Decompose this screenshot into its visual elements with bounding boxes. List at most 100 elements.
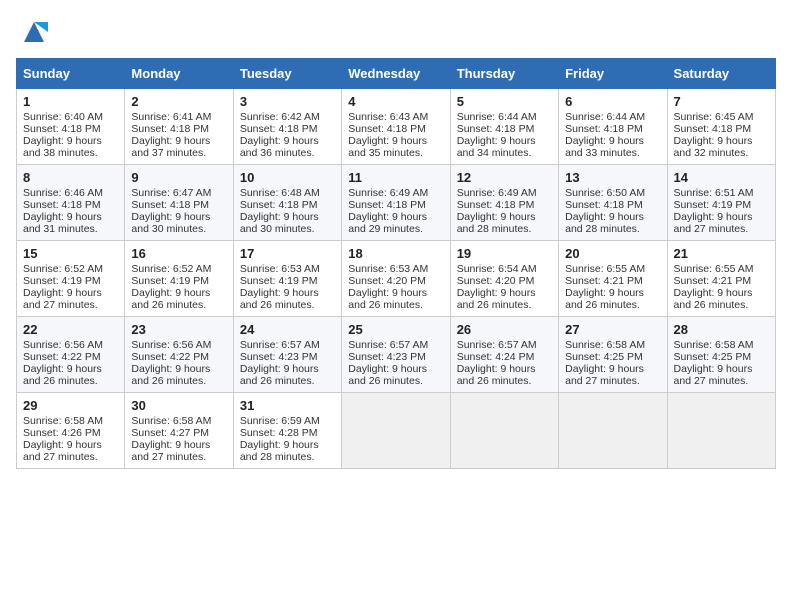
calendar-cell: 18Sunrise: 6:53 AMSunset: 4:20 PMDayligh… bbox=[342, 241, 450, 317]
sunset-text: Sunset: 4:27 PM bbox=[131, 427, 226, 439]
day-number: 7 bbox=[674, 94, 769, 109]
sunrise-text: Sunrise: 6:55 AM bbox=[674, 263, 769, 275]
page-header bbox=[16, 16, 776, 46]
calendar-cell: 15 Sunrise: 6:52 AMSunset: 4:19 PMDayligh… bbox=[17, 241, 125, 317]
calendar-cell: 5Sunrise: 6:44 AMSunset: 4:18 PMDaylight… bbox=[450, 89, 558, 165]
sunset-text: Sunset: 4:18 PM bbox=[348, 199, 443, 211]
sunset-text: Sunset: 4:18 PM bbox=[240, 123, 335, 135]
calendar-cell: 22Sunrise: 6:56 AMSunset: 4:22 PMDayligh… bbox=[17, 317, 125, 393]
calendar-cell: 26Sunrise: 6:57 AMSunset: 4:24 PMDayligh… bbox=[450, 317, 558, 393]
calendar-cell: 21Sunrise: 6:55 AMSunset: 4:21 PMDayligh… bbox=[667, 241, 775, 317]
weekday-header-saturday: Saturday bbox=[667, 59, 775, 89]
calendar-cell: 19Sunrise: 6:54 AMSunset: 4:20 PMDayligh… bbox=[450, 241, 558, 317]
calendar-cell: 2Sunrise: 6:41 AMSunset: 4:18 PMDaylight… bbox=[125, 89, 233, 165]
day-number: 31 bbox=[240, 398, 335, 413]
sunset-text: Sunset: 4:18 PM bbox=[457, 199, 552, 211]
daylight-text: Daylight: 9 hours and 26 minutes. bbox=[23, 363, 118, 387]
weekday-header-thursday: Thursday bbox=[450, 59, 558, 89]
daylight-text: Daylight: 9 hours and 27 minutes. bbox=[23, 439, 118, 463]
calendar-cell bbox=[559, 393, 667, 469]
calendar-cell: 10Sunrise: 6:48 AMSunset: 4:18 PMDayligh… bbox=[233, 165, 341, 241]
calendar-cell: 3Sunrise: 6:42 AMSunset: 4:18 PMDaylight… bbox=[233, 89, 341, 165]
sunrise-text: Sunrise: 6:58 AM bbox=[565, 339, 660, 351]
calendar-cell: 31Sunrise: 6:59 AMSunset: 4:28 PMDayligh… bbox=[233, 393, 341, 469]
day-number: 4 bbox=[348, 94, 443, 109]
sunrise-text: Sunrise: 6:44 AM bbox=[457, 111, 552, 123]
sunrise-text: Sunrise: 6:52 AM bbox=[131, 263, 226, 275]
daylight-text: Daylight: 9 hours and 26 minutes. bbox=[457, 363, 552, 387]
daylight-text: Daylight: 9 hours and 26 minutes. bbox=[565, 287, 660, 311]
daylight-text: Daylight: 9 hours and 27 minutes. bbox=[23, 287, 118, 311]
sunset-text: Sunset: 4:18 PM bbox=[674, 123, 769, 135]
sunrise-text: Sunrise: 6:54 AM bbox=[457, 263, 552, 275]
day-number: 26 bbox=[457, 322, 552, 337]
daylight-text: Daylight: 9 hours and 38 minutes. bbox=[23, 135, 118, 159]
day-number: 19 bbox=[457, 246, 552, 261]
sunset-text: Sunset: 4:19 PM bbox=[240, 275, 335, 287]
sunrise-text: Sunrise: 6:56 AM bbox=[23, 339, 118, 351]
sunrise-text: Sunrise: 6:43 AM bbox=[348, 111, 443, 123]
day-number: 24 bbox=[240, 322, 335, 337]
sunrise-text: Sunrise: 6:59 AM bbox=[240, 415, 335, 427]
day-number: 5 bbox=[457, 94, 552, 109]
logo bbox=[16, 16, 48, 46]
sunset-text: Sunset: 4:20 PM bbox=[457, 275, 552, 287]
daylight-text: Daylight: 9 hours and 35 minutes. bbox=[348, 135, 443, 159]
sunset-text: Sunset: 4:18 PM bbox=[131, 199, 226, 211]
day-number: 15 bbox=[23, 246, 118, 261]
calendar-cell: 29Sunrise: 6:58 AMSunset: 4:26 PMDayligh… bbox=[17, 393, 125, 469]
daylight-text: Daylight: 9 hours and 31 minutes. bbox=[23, 211, 118, 235]
calendar-cell bbox=[667, 393, 775, 469]
sunrise-text: Sunrise: 6:49 AM bbox=[457, 187, 552, 199]
day-number: 13 bbox=[565, 170, 660, 185]
sunset-text: Sunset: 4:25 PM bbox=[674, 351, 769, 363]
day-number: 25 bbox=[348, 322, 443, 337]
logo-icon bbox=[20, 18, 48, 46]
day-number: 29 bbox=[23, 398, 118, 413]
sunset-text: Sunset: 4:22 PM bbox=[131, 351, 226, 363]
calendar-cell: 7Sunrise: 6:45 AMSunset: 4:18 PMDaylight… bbox=[667, 89, 775, 165]
sunrise-text: Sunrise: 6:41 AM bbox=[131, 111, 226, 123]
sunrise-text: Sunrise: 6:50 AM bbox=[565, 187, 660, 199]
sunset-text: Sunset: 4:19 PM bbox=[131, 275, 226, 287]
sunrise-text: Sunrise: 6:55 AM bbox=[565, 263, 660, 275]
daylight-text: Daylight: 9 hours and 26 minutes. bbox=[674, 287, 769, 311]
sunset-text: Sunset: 4:19 PM bbox=[23, 275, 118, 287]
sunset-text: Sunset: 4:24 PM bbox=[457, 351, 552, 363]
daylight-text: Daylight: 9 hours and 33 minutes. bbox=[565, 135, 660, 159]
daylight-text: Daylight: 9 hours and 26 minutes. bbox=[131, 287, 226, 311]
calendar-table: SundayMondayTuesdayWednesdayThursdayFrid… bbox=[16, 58, 776, 469]
calendar-cell: 9Sunrise: 6:47 AMSunset: 4:18 PMDaylight… bbox=[125, 165, 233, 241]
sunrise-text: Sunrise: 6:52 AM bbox=[23, 263, 118, 275]
sunset-text: Sunset: 4:21 PM bbox=[565, 275, 660, 287]
calendar-cell: 8Sunrise: 6:46 AMSunset: 4:18 PMDaylight… bbox=[17, 165, 125, 241]
daylight-text: Daylight: 9 hours and 26 minutes. bbox=[240, 363, 335, 387]
sunrise-text: Sunrise: 6:42 AM bbox=[240, 111, 335, 123]
weekday-header-wednesday: Wednesday bbox=[342, 59, 450, 89]
day-number: 28 bbox=[674, 322, 769, 337]
sunrise-text: Sunrise: 6:44 AM bbox=[565, 111, 660, 123]
sunset-text: Sunset: 4:26 PM bbox=[23, 427, 118, 439]
day-number: 14 bbox=[674, 170, 769, 185]
day-number: 22 bbox=[23, 322, 118, 337]
day-number: 30 bbox=[131, 398, 226, 413]
daylight-text: Daylight: 9 hours and 26 minutes. bbox=[348, 363, 443, 387]
day-number: 27 bbox=[565, 322, 660, 337]
sunset-text: Sunset: 4:18 PM bbox=[348, 123, 443, 135]
daylight-text: Daylight: 9 hours and 30 minutes. bbox=[131, 211, 226, 235]
calendar-cell: 4 Sunrise: 6:43 AMSunset: 4:18 PMDaylight… bbox=[342, 89, 450, 165]
daylight-text: Daylight: 9 hours and 34 minutes. bbox=[457, 135, 552, 159]
daylight-text: Daylight: 9 hours and 28 minutes. bbox=[457, 211, 552, 235]
daylight-text: Daylight: 9 hours and 29 minutes. bbox=[348, 211, 443, 235]
calendar-cell bbox=[450, 393, 558, 469]
day-number: 10 bbox=[240, 170, 335, 185]
sunrise-text: Sunrise: 6:56 AM bbox=[131, 339, 226, 351]
sunrise-text: Sunrise: 6:57 AM bbox=[240, 339, 335, 351]
sunrise-text: Sunrise: 6:40 AM bbox=[23, 111, 118, 123]
day-number: 8 bbox=[23, 170, 118, 185]
sunrise-text: Sunrise: 6:48 AM bbox=[240, 187, 335, 199]
daylight-text: Daylight: 9 hours and 27 minutes. bbox=[674, 363, 769, 387]
sunrise-text: Sunrise: 6:58 AM bbox=[131, 415, 226, 427]
day-number: 9 bbox=[131, 170, 226, 185]
day-number: 3 bbox=[240, 94, 335, 109]
